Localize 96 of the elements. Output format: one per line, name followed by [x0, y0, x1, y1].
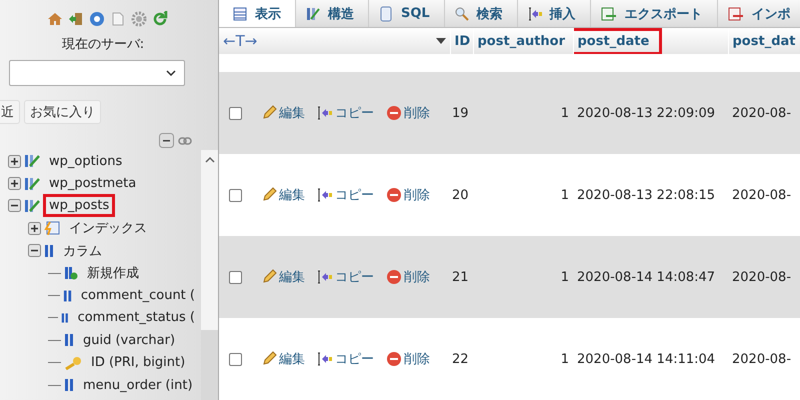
- delete-icon: [386, 269, 402, 285]
- tab[interactable]: 挿入: [518, 0, 591, 27]
- row-checkbox[interactable]: [229, 270, 242, 284]
- table-cell: 22: [452, 352, 469, 366]
- expand-icon[interactable]: [8, 177, 21, 190]
- import-icon: [728, 6, 744, 20]
- table-cell: 2020-08-: [732, 352, 792, 366]
- insert-icon: [317, 351, 333, 367]
- server-select[interactable]: [9, 60, 185, 86]
- table-cell: 1: [560, 106, 569, 120]
- edit-link[interactable]: 編集: [261, 186, 305, 204]
- table-icon: [24, 176, 40, 191]
- tab[interactable]: SQL: [369, 0, 445, 27]
- index-icon: [44, 221, 60, 236]
- tree-item[interactable]: menu_order (int): [77, 374, 199, 397]
- column-header[interactable]: post_date: [573, 28, 662, 54]
- edit-link[interactable]: 編集: [261, 104, 305, 122]
- search-icon: [454, 6, 469, 20]
- tree-item[interactable]: guid (varchar): [77, 328, 182, 352]
- recent-button[interactable]: 近: [0, 100, 20, 124]
- row-checkbox[interactable]: [229, 352, 242, 366]
- pencil-icon: [261, 187, 277, 203]
- tree-item[interactable]: comment_status (: [72, 306, 201, 330]
- insert-icon: [317, 269, 333, 285]
- pencil-icon: [261, 351, 277, 367]
- tree-item[interactable]: comment_count (: [74, 284, 201, 308]
- table-cell: 2020-08-14 14:08:47: [577, 270, 716, 284]
- edit-link[interactable]: 編集: [261, 268, 305, 286]
- delete-link[interactable]: 削除: [386, 104, 430, 122]
- collapse-icon[interactable]: [28, 244, 41, 258]
- structure-icon: [306, 6, 320, 20]
- insert-icon: [528, 6, 542, 20]
- collapse-icon[interactable]: [8, 199, 21, 212]
- table-cell: 21: [452, 270, 469, 284]
- insert-icon: [317, 187, 333, 203]
- column-icon: [44, 244, 54, 258]
- table-cell: 1: [560, 188, 569, 202]
- tree-item[interactable]: wp_posts: [43, 194, 116, 218]
- delete-link[interactable]: 削除: [386, 268, 430, 286]
- copy-link[interactable]: コピー: [317, 268, 374, 286]
- delete-icon: [386, 105, 402, 121]
- table-cell: 2020-08-13 22:09:09: [577, 106, 716, 120]
- tab[interactable]: インポ: [718, 0, 800, 27]
- edit-link[interactable]: 編集: [261, 350, 305, 368]
- table-cell: 2020-08-: [732, 188, 792, 202]
- home-icon[interactable]: [46, 11, 62, 27]
- table-icon: [24, 198, 40, 213]
- logout-icon[interactable]: [68, 11, 84, 27]
- scroll-up-icon[interactable]: [204, 156, 214, 164]
- table-icon: [233, 6, 247, 20]
- row-checkbox[interactable]: [229, 188, 242, 202]
- tree-item[interactable]: wp_postmeta: [43, 172, 142, 196]
- pencil-icon: [261, 269, 277, 285]
- table-cell: 19: [452, 106, 469, 120]
- expand-icon[interactable]: [8, 154, 21, 168]
- tab[interactable]: 検索: [444, 0, 518, 27]
- link-icon[interactable]: [178, 136, 192, 144]
- table-cell: 2020-08-: [732, 270, 792, 284]
- column-icon: [64, 378, 74, 392]
- column-icon: [60, 310, 69, 325]
- table-cell: 20: [452, 188, 469, 202]
- table-cell: 2020-08-: [732, 106, 792, 120]
- export-icon: [600, 6, 617, 20]
- column-icon: [62, 288, 72, 303]
- delete-link[interactable]: 削除: [386, 350, 430, 368]
- pencil-icon: [261, 105, 277, 121]
- server-label: 現在のサーバ:: [60, 36, 146, 53]
- table-cell: 2020-08-13 22:08:15: [577, 188, 716, 202]
- copy-link[interactable]: コピー: [317, 186, 374, 204]
- gear-icon[interactable]: [130, 11, 146, 27]
- table-cell: 2020-08-14 14:11:04: [577, 352, 716, 366]
- tab[interactable]: エクスポート: [590, 0, 718, 27]
- delete-icon: [386, 351, 402, 367]
- table-cell: 1: [560, 270, 569, 284]
- insert-icon: [317, 105, 333, 121]
- copy-link[interactable]: コピー: [317, 104, 374, 122]
- column-icon: [64, 333, 74, 348]
- collapse-all-icon[interactable]: [159, 133, 174, 148]
- tree-item[interactable]: ID (PRI, bigint): [85, 351, 192, 374]
- expand-icon[interactable]: [28, 222, 41, 235]
- scrollbar[interactable]: [201, 150, 218, 400]
- key-icon: [64, 356, 82, 370]
- delete-icon: [386, 187, 402, 203]
- delete-link[interactable]: 削除: [386, 186, 430, 204]
- tab[interactable]: 構造: [296, 0, 369, 27]
- reload-icon[interactable]: [152, 11, 168, 27]
- copy-link[interactable]: コピー: [317, 350, 374, 368]
- favorites-button[interactable]: お気に入り: [24, 100, 101, 124]
- tree-item[interactable]: wp_options: [43, 150, 128, 173]
- row-checkbox[interactable]: [229, 106, 242, 120]
- dropdown-caret-icon[interactable]: [436, 38, 446, 44]
- new-column-icon: [64, 266, 78, 280]
- table-cell: 1: [560, 352, 569, 366]
- chevron-down-icon: [166, 70, 176, 76]
- column-resize-toggle[interactable]: ←T→: [223, 32, 258, 50]
- table-icon: [24, 154, 40, 168]
